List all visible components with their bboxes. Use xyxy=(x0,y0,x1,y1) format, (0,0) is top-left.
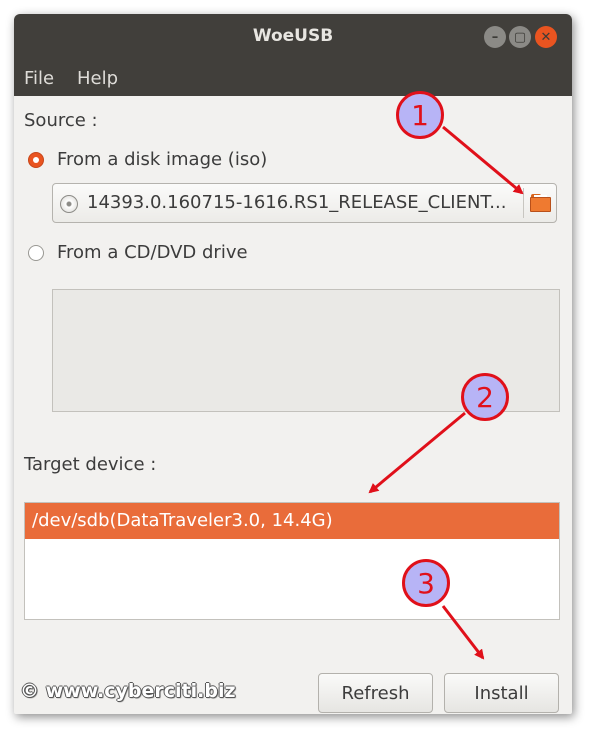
minimize-button[interactable]: – xyxy=(484,26,506,48)
radio-cd-dvd-label[interactable]: From a CD/DVD drive xyxy=(57,242,248,263)
target-device-label: Target device : xyxy=(24,454,157,475)
radio-disk-image[interactable] xyxy=(28,152,44,168)
woeusb-window: WoeUSB – ▢ ✕ File Help Source : From a d… xyxy=(14,14,572,714)
annotation-badge-2: 2 xyxy=(461,373,509,421)
menu-file[interactable]: File xyxy=(24,68,54,89)
refresh-button[interactable]: Refresh xyxy=(318,673,433,713)
disc-icon xyxy=(60,195,78,213)
folder-open-icon[interactable] xyxy=(530,193,552,213)
source-label: Source : xyxy=(24,110,98,131)
file-chooser-separator xyxy=(523,188,524,218)
radio-cd-dvd[interactable] xyxy=(28,245,44,261)
menu-bar: File Help xyxy=(14,62,572,96)
target-device-list[interactable]: /dev/sdb(DataTraveler3.0, 14.4G) xyxy=(24,502,560,620)
watermark: © www.cyberciti.biz xyxy=(20,680,236,702)
iso-file-name: 14393.0.160715-1616.RS1_RELEASE_CLIENT..… xyxy=(87,192,507,213)
annotation-badge-3: 3 xyxy=(402,559,450,607)
menu-help[interactable]: Help xyxy=(77,68,118,89)
close-button[interactable]: ✕ xyxy=(535,26,557,48)
iso-file-chooser[interactable]: 14393.0.160715-1616.RS1_RELEASE_CLIENT..… xyxy=(52,183,557,223)
annotation-badge-1: 1 xyxy=(396,91,444,139)
install-button[interactable]: Install xyxy=(444,673,559,713)
device-row-selected[interactable]: /dev/sdb(DataTraveler3.0, 14.4G) xyxy=(25,503,559,539)
title-bar[interactable]: WoeUSB – ▢ ✕ xyxy=(14,14,572,62)
radio-disk-image-label[interactable]: From a disk image (iso) xyxy=(57,149,267,170)
maximize-button[interactable]: ▢ xyxy=(509,26,531,48)
